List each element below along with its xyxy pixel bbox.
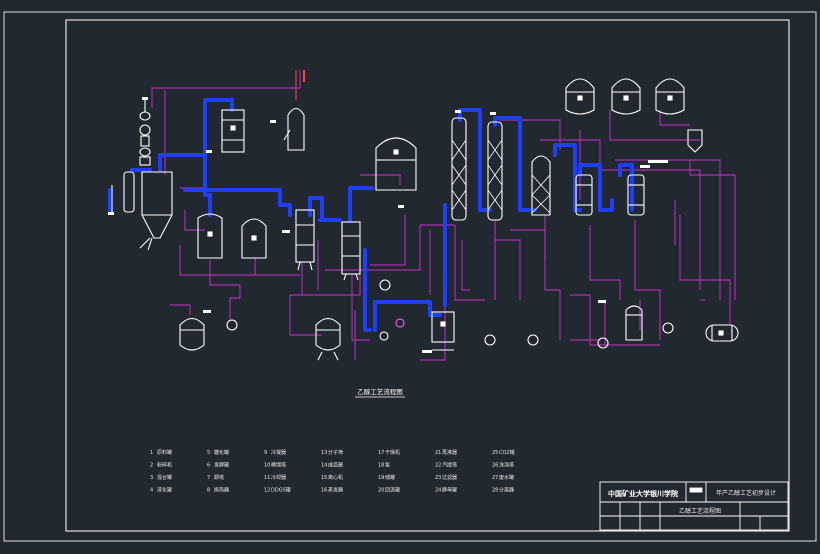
legend-number: 4 [150,488,153,494]
legend-label: 换热器 [214,487,229,494]
legend-number: 1 [150,450,153,456]
legend-number: 15 [321,475,327,481]
distillation-column-1 [451,117,467,221]
legend-label: 回流罐 [385,487,400,494]
legend-number: 5 [207,450,210,456]
legend-number: 17 [378,450,384,456]
title-block-project: 年产乙醇工艺初步设计 [716,489,776,497]
legend-number: 9 [264,450,267,456]
tank-c [241,218,267,259]
bottom-tank-2 [315,317,341,361]
tank-b [197,213,223,259]
pump-8 [395,318,405,328]
legend-label: 泵 [385,463,390,469]
legend-label: 糖化罐 [214,449,229,456]
legend-label: 离心机 [328,474,343,481]
diagram-title: 乙醇工艺流程图 [357,387,403,396]
legend-label: 醪塔 [214,474,224,481]
legend-label: 再沸器 [442,449,457,456]
pump-5 [527,334,539,346]
legend-number: 23 [435,475,441,481]
legend-number: 7 [207,475,210,481]
condenser-top [283,70,305,151]
legend-label: 冷却器 [271,474,286,481]
process-flow-diagram: 乙醇工艺流程图 1 原料罐 2 粉碎机 3 混合罐 4 液化罐 5 糖化罐 6 发酵罐 7 醪塔 8 换热器 9… [3,11,817,542]
fermenter-1 [295,209,315,271]
legend-number: 21 [435,450,441,456]
legend-label: 精馏塔 [271,462,286,469]
legend-number: 2 [150,463,153,469]
title-block-drawing-name: 乙醇工艺流程图 [679,507,721,515]
equipment-legend: 1 原料罐 2 粉碎机 3 混合罐 4 液化罐 5 糖化罐 6 发酵罐 7 醪塔 8 换热器 9 冷凝器 10 精馏塔… [150,449,515,494]
legend-label: 成品罐 [328,462,343,469]
fermenter-2 [341,221,361,281]
legend-number: 20 [378,488,384,494]
blue-main-lines [108,98,634,332]
legend-label: 混合罐 [157,474,172,481]
legend-label: 废水罐 [499,474,514,481]
legend-label: CO2罐 [499,449,515,456]
pump-7 [662,322,674,334]
product-tank-2 [611,78,641,115]
legend-number: 6 [207,463,210,469]
pump-4 [484,334,496,346]
product-tank-3 [655,78,685,115]
legend-label: 干燥机 [385,449,400,456]
pump-1 [226,319,238,331]
stripping-column [531,155,551,216]
legend-number: 24 [435,488,441,494]
legend-number: 25 [492,450,498,456]
legend-label: 分离器 [499,487,514,494]
legend-number: 26 [492,463,498,469]
legend-label: 冷凝器 [271,449,286,456]
legend-number: 22 [435,463,441,469]
legend-number: 16 [321,488,327,494]
legend-label: 原料罐 [157,449,172,456]
legend-number: 18 [378,463,384,469]
legend-number: 10 [264,463,270,469]
pump-2 [379,279,391,291]
legend-label: 液化罐 [157,487,172,494]
legend-label: 蒸发器 [328,487,343,494]
legend-number: 14 [321,463,327,469]
inner-border [65,19,790,532]
outer-border [3,11,817,542]
legend-label: 储罐 [385,474,395,481]
legend-number: 3 [150,475,153,481]
receiver-tank [431,311,455,351]
legend-number: 19 [378,475,384,481]
legend-label: 发酵罐 [214,462,229,469]
legend-label: 洗涤塔 [499,462,514,469]
title-block-school: 中国矿业大学银川学院 [608,489,678,498]
horizontal-tank [705,324,739,342]
reactor-vessel [141,171,173,239]
legend-number: 28 [492,488,498,494]
legend-number: 12 [264,488,270,494]
storage-tank-large [375,137,417,191]
pump-3 [379,331,389,341]
product-tank-1 [565,78,595,115]
legend-number: 11 [264,475,270,481]
legend-number: 13 [321,450,327,456]
tank-a [221,109,245,153]
pump-6 [597,337,609,349]
feed-hopper-stack [139,100,151,166]
legend-label: 过滤器 [442,474,457,481]
legend-label: DDGS罐 [271,487,291,494]
legend-label: 汽提塔 [442,462,457,469]
distillation-column-2 [487,121,503,221]
legend-number: 8 [207,488,210,494]
legend-label: 粉碎机 [157,462,172,469]
heat-exchanger-left [123,171,135,213]
instrument-tags [108,70,668,353]
bottom-tank-1 [179,317,205,351]
legend-number: 27 [492,475,498,481]
separator-small [687,129,703,153]
legend-label: 酵母罐 [442,487,457,494]
legend-label: 分子筛 [328,449,343,456]
